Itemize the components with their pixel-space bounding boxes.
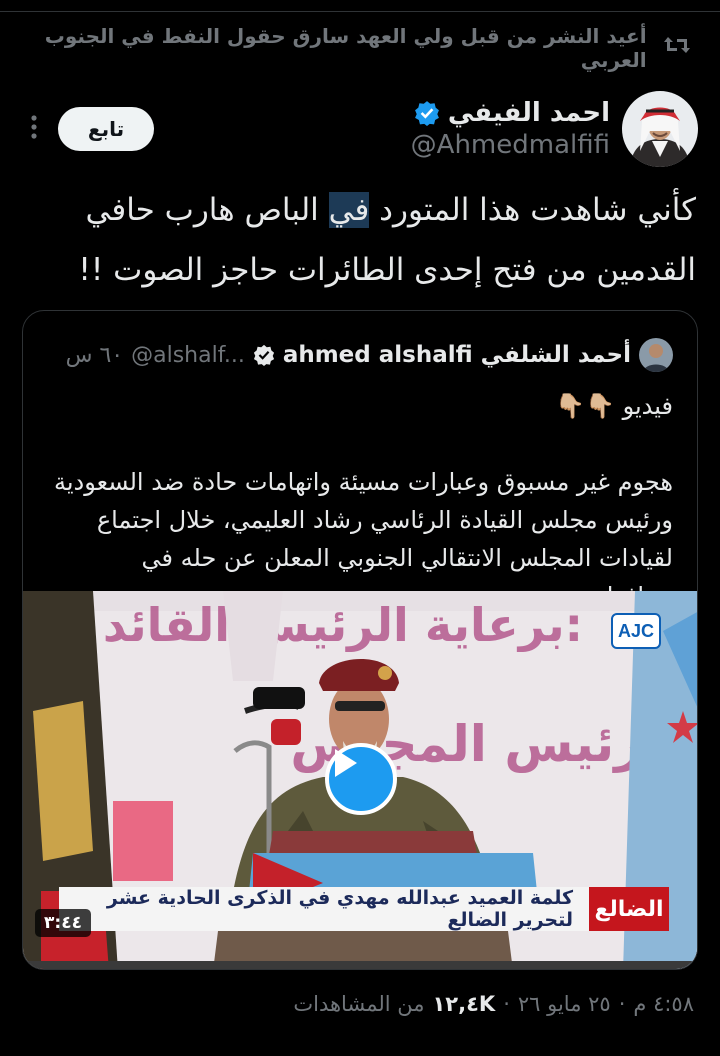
retweet-text: أعيد النشر من قبل ولي العهد سارق حقول ال… — [44, 24, 647, 72]
tweet-text-part1: كأني شاهدت هذا المتورد — [369, 192, 696, 228]
quoted-author-handle: @alshalf... — [131, 342, 245, 368]
retweet-context[interactable]: أعيد النشر من قبل ولي العهد سارق حقول ال… — [20, 24, 694, 72]
author-name-row[interactable]: احمد الفيفي — [154, 98, 610, 128]
quoted-verified-badge-icon — [253, 344, 274, 366]
quoted-author-name: أحمد الشلفي ahmed alshalfi — [282, 342, 631, 368]
author-row: احمد الفيفي @Ahmedmalfifi تابع — [24, 88, 698, 170]
avatar[interactable] — [622, 91, 698, 167]
follow-button[interactable]: تابع — [58, 107, 154, 151]
author-handle[interactable]: @Ahmedmalfifi — [154, 130, 610, 160]
author-name[interactable]: احمد الفيفي — [448, 98, 610, 128]
views-count: ١٢,٤K — [432, 992, 496, 1016]
video-duration: ٣:٤٤ — [35, 909, 91, 937]
quoted-text-line1: فيديو 👇🏼👇🏼 — [555, 392, 673, 420]
meta-separator: · — [618, 992, 626, 1016]
tweet-text-highlight: في — [328, 192, 370, 228]
tweet-meta: ٤:٥٨ م · ٢٥ مايو ٢٦ · ١٢,٤K من المشاهدات — [24, 984, 694, 1024]
verified-badge-icon — [414, 101, 439, 126]
meta-separator: · — [503, 992, 510, 1016]
play-icon[interactable] — [325, 743, 397, 815]
quoted-tweet[interactable]: أحمد الشلفي ahmed alshalfi @alshalf... ٦… — [22, 310, 698, 970]
retweet-icon — [661, 33, 694, 63]
tweet-text: كأني شاهدت هذا المتورد في الباص هارب حاف… — [24, 180, 696, 300]
video-player[interactable]: برعاية الرئيس القائد: رئيس المجلس ا — [23, 591, 697, 969]
views-label: من المشاهدات — [293, 992, 425, 1016]
tweet-date[interactable]: ٢٥ مايو ٢٦ — [518, 992, 611, 1016]
banner-text-top: برعاية الرئيس القائد: — [103, 598, 583, 652]
tweet-time[interactable]: ٤:٥٨ م — [633, 992, 694, 1016]
caption-place: الضالع — [589, 887, 669, 931]
quoted-avatar — [639, 338, 673, 372]
channel-logo: AJC — [611, 613, 661, 649]
quoted-text: فيديو 👇🏼👇🏼 هجوم غير مسبوق وعبارات مسيئة … — [47, 387, 673, 615]
author-names: احمد الفيفي @Ahmedmalfifi — [154, 98, 610, 160]
quoted-time: ٦٠ س — [65, 342, 124, 368]
video-caption-bar: الضالع كلمة العميد عبدالله مهدي في الذكر… — [59, 887, 669, 931]
caption-title: كلمة العميد عبدالله مهدي في الذكرى الحاد… — [59, 887, 589, 931]
more-vertical-icon[interactable] — [24, 114, 44, 145]
top-divider — [0, 0, 720, 12]
quoted-header: أحمد الشلفي ahmed alshalfi @alshalf... ٦… — [47, 335, 673, 375]
